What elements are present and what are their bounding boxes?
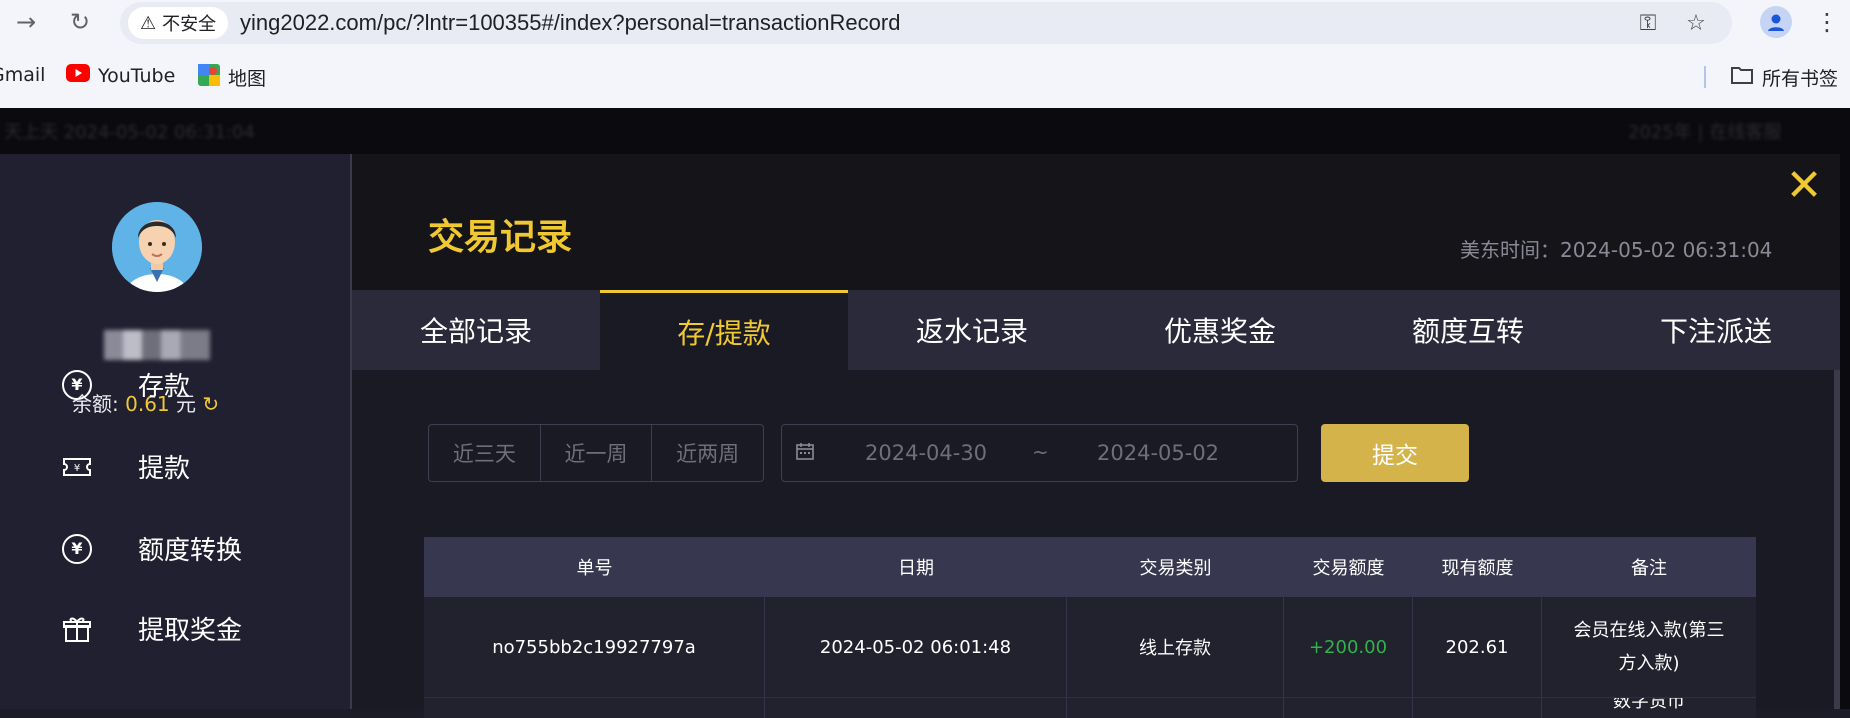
bookmark-youtube[interactable]: YouTube — [66, 64, 175, 87]
sidebar-item-withdraw[interactable]: ¥ 提款 — [62, 448, 190, 485]
address-bar[interactable]: ⚠ 不安全 ying2022.com/pc/?lntr=100355#/inde… — [120, 2, 1732, 44]
warning-icon: ⚠ — [140, 12, 157, 34]
top-strip-left: 天上天 2024-05-02 06:31:04 — [4, 122, 255, 143]
cell-order-no: no755bb2c19927797a — [424, 597, 765, 697]
cell-remark: 会员在线入款(第三方入款) — [1573, 620, 1725, 674]
page-title: 交易记录 — [428, 217, 573, 258]
calendar-icon — [796, 442, 814, 460]
table-row: no755bb2c19927797a 2024-05-02 06:01:48 线… — [424, 597, 1756, 698]
security-label: 不安全 — [162, 14, 217, 35]
tab-credit-transfer[interactable]: 额度互转 — [1344, 290, 1592, 370]
eastern-time: 美东时间：2024-05-02 06:31:04 — [1460, 238, 1773, 262]
partial-remark: 数字货币 — [1613, 698, 1685, 712]
table-row-partial: 数字货币 — [424, 698, 1756, 718]
withdraw-icon: ¥ — [62, 452, 92, 482]
quick-range-group: 近三天 近一周 近两周 — [428, 424, 764, 482]
scrollbar[interactable] — [1834, 370, 1840, 709]
transfer-icon: ¥ — [62, 533, 92, 564]
avatar[interactable] — [112, 202, 202, 292]
panel-header: 交易记录 美东时间：2024-05-02 06:31:04 — [352, 154, 1840, 290]
partial-cell — [765, 698, 1067, 718]
cell-date: 2024-05-02 06:01:48 — [765, 597, 1067, 697]
partial-cell — [424, 698, 765, 718]
cell-amount: +200.00 — [1284, 597, 1413, 697]
tab-deposit-withdraw[interactable]: 存/提款 — [600, 290, 848, 370]
forward-icon[interactable]: → — [12, 8, 40, 36]
all-bookmarks[interactable]: 所有书签 — [1730, 64, 1838, 91]
partial-cell — [1067, 698, 1284, 718]
header-remark: 备注 — [1631, 558, 1667, 579]
range-three-days[interactable]: 近三天 — [429, 425, 541, 481]
gift-icon — [62, 614, 92, 644]
bookmark-gmail[interactable]: Gmail — [0, 64, 45, 86]
username-redacted — [104, 330, 210, 360]
submit-button[interactable]: 提交 — [1321, 424, 1469, 482]
header-order-no: 单号 — [576, 558, 613, 579]
star-icon[interactable]: ☆ — [1682, 10, 1710, 38]
account-sidebar: 余额: 0.61 元 ↻ ¥ 存款 ¥ 提款 ¥ 额度转换 提取奖金 — [0, 154, 352, 709]
date-separator: ~ — [1032, 440, 1049, 464]
maps-icon — [198, 64, 220, 91]
cell-type: 线上存款 — [1067, 597, 1284, 697]
transaction-panel: 交易记录 美东时间：2024-05-02 06:31:04 全部记录 存/提款 … — [352, 154, 1840, 718]
browser-toolbar: → ↻ ⚠ 不安全 ying2022.com/pc/?lntr=100355#/… — [0, 0, 1850, 44]
svg-text:¥: ¥ — [74, 463, 80, 474]
url-text[interactable]: ying2022.com/pc/?lntr=100355#/index?pers… — [240, 2, 900, 44]
header-type: 交易类别 — [1139, 558, 1212, 579]
tab-all-records[interactable]: 全部记录 — [352, 290, 600, 370]
sidebar-item-deposit[interactable]: ¥ 存款 — [62, 366, 190, 403]
table-header: 单号 日期 交易类别 交易额度 现有额度 备注 — [424, 537, 1756, 597]
partial-cell — [1413, 698, 1542, 718]
bookmark-maps[interactable]: 地图 — [198, 64, 266, 91]
header-balance: 现有额度 — [1441, 558, 1514, 579]
tab-bet-distribution[interactable]: 下注派送 — [1592, 290, 1840, 370]
sidebar-item-transfer[interactable]: ¥ 额度转换 — [62, 530, 242, 567]
close-icon[interactable]: ✕ — [1768, 154, 1840, 216]
header-amount: 交易额度 — [1312, 558, 1385, 579]
security-chip[interactable]: ⚠ 不安全 — [128, 7, 229, 39]
bookmarks-bar: Gmail YouTube 地图 所有书签 — [0, 44, 1850, 108]
end-date-input[interactable]: 2024-05-02 — [1097, 425, 1219, 481]
folder-icon — [1730, 65, 1754, 90]
deposit-icon: ¥ — [62, 369, 92, 400]
bookmarks-separator — [1704, 66, 1706, 88]
profile-icon[interactable] — [1760, 6, 1792, 38]
menu-icon[interactable]: ⋮ — [1815, 8, 1839, 36]
reload-icon[interactable]: ↻ — [66, 8, 94, 36]
start-date-input[interactable]: 2024-04-30 — [865, 425, 987, 481]
cell-balance: 202.61 — [1413, 597, 1542, 697]
date-range-picker[interactable]: 2024-04-30 ~ 2024-05-02 — [781, 424, 1298, 482]
top-strip-right: 2025年 | 在线客服 — [1628, 122, 1782, 143]
sidebar-item-bonus[interactable]: 提取奖金 — [62, 610, 242, 647]
youtube-icon — [66, 64, 90, 87]
header-date: 日期 — [898, 558, 934, 579]
tab-rebate-records[interactable]: 返水记录 — [848, 290, 1096, 370]
key-icon[interactable]: ⚿ — [1634, 10, 1662, 38]
tab-promo-bonus[interactable]: 优惠奖金 — [1096, 290, 1344, 370]
range-two-weeks[interactable]: 近两周 — [652, 425, 763, 481]
record-tabs: 全部记录 存/提款 返水记录 优惠奖金 额度互转 下注派送 — [352, 290, 1840, 370]
transaction-table: 单号 日期 交易类别 交易额度 现有额度 备注 no755bb2c1992779… — [424, 537, 1756, 718]
partial-cell — [1284, 698, 1413, 718]
range-one-week[interactable]: 近一周 — [541, 425, 653, 481]
refresh-icon[interactable]: ↻ — [202, 392, 219, 416]
